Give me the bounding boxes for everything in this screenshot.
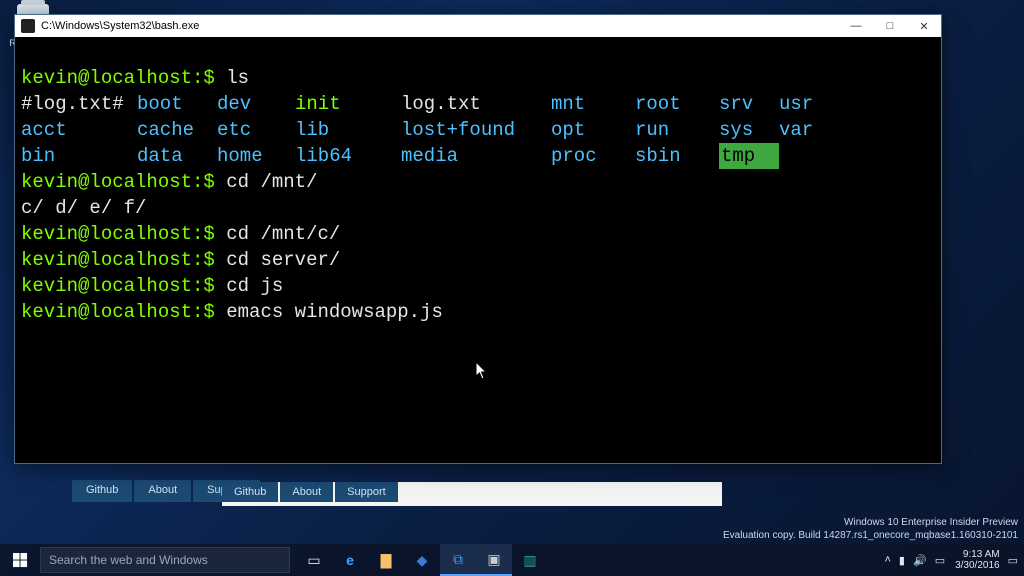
maximize-button[interactable]: □ bbox=[873, 15, 907, 37]
prompt: kevin@localhost:$ bbox=[21, 67, 215, 89]
tray-notifications-icon[interactable]: ▭ bbox=[1008, 554, 1018, 567]
app-icon-teal[interactable]: ▥ bbox=[512, 544, 548, 576]
start-button[interactable] bbox=[0, 544, 40, 576]
prompt: kevin@localhost:$ bbox=[21, 223, 215, 245]
taskbar-search[interactable]: Search the web and Windows bbox=[40, 547, 290, 573]
vscode-icon[interactable]: ⧉ bbox=[440, 544, 476, 576]
taskbar[interactable]: Search the web and Windows ▭ e ▇ ◆ ⧉ ▣ ▥… bbox=[0, 544, 1024, 576]
mnt-list: c/ d/ e/ f/ bbox=[21, 197, 146, 219]
cmd-cd-js: cd js bbox=[226, 275, 283, 297]
tray-battery-icon[interactable]: ▭ bbox=[935, 554, 945, 567]
watermark: Windows 10 Enterprise Insider Preview Ev… bbox=[723, 516, 1018, 542]
prompt: kevin@localhost:$ bbox=[21, 249, 215, 271]
cmd-ls: ls bbox=[226, 67, 249, 89]
tmp-highlight: tmp bbox=[719, 143, 779, 169]
bg-tab-github[interactable]: Github bbox=[72, 480, 132, 502]
cmd-cd-mnt: cd /mnt/ bbox=[226, 171, 317, 193]
task-view-button[interactable]: ▭ bbox=[296, 544, 332, 576]
clock-time: 9:13 AM bbox=[955, 549, 1000, 560]
ls-output: #log.txt#bootdevinitlog.txtmntrootsrvusr… bbox=[21, 91, 935, 169]
bg-tab-about-2[interactable]: About bbox=[280, 482, 333, 502]
bg-tab-github-2[interactable]: Github bbox=[222, 482, 278, 502]
prompt: kevin@localhost:$ bbox=[21, 171, 215, 193]
watermark-line1: Windows 10 Enterprise Insider Preview bbox=[723, 516, 1018, 529]
app-icon bbox=[21, 19, 35, 33]
close-button[interactable]: ✕ bbox=[907, 15, 941, 37]
tray-volume-icon[interactable]: 🔊 bbox=[913, 554, 927, 567]
cmd-icon[interactable]: ▣ bbox=[476, 544, 512, 576]
background-tabs-right: Github About Support bbox=[222, 482, 722, 506]
cmd-cd-server: cd server/ bbox=[226, 249, 340, 271]
titlebar[interactable]: C:\Windows\System32\bash.exe — □ ✕ bbox=[15, 15, 941, 37]
prompt: kevin@localhost:$ bbox=[21, 301, 215, 323]
bg-tab-support-2[interactable]: Support bbox=[335, 482, 398, 502]
app-icon-blue[interactable]: ◆ bbox=[404, 544, 440, 576]
taskbar-clock[interactable]: 9:13 AM 3/30/2016 bbox=[955, 549, 1000, 571]
search-placeholder: Search the web and Windows bbox=[49, 553, 208, 567]
cmd-cd-c: cd /mnt/c/ bbox=[226, 223, 340, 245]
cmd-emacs: emacs windowsapp.js bbox=[226, 301, 443, 323]
explorer-icon[interactable]: ▇ bbox=[368, 544, 404, 576]
terminal-body[interactable]: kevin@localhost:$ ls #log.txt#bootdevini… bbox=[15, 37, 941, 463]
edge-icon[interactable]: e bbox=[332, 544, 368, 576]
mouse-cursor-icon bbox=[476, 362, 488, 380]
bash-window[interactable]: C:\Windows\System32\bash.exe — □ ✕ kevin… bbox=[14, 14, 942, 464]
minimize-button[interactable]: — bbox=[839, 15, 873, 37]
tray-chevron-icon[interactable]: ˄ bbox=[884, 554, 890, 566]
windows-logo-icon bbox=[13, 553, 28, 568]
prompt: kevin@localhost:$ bbox=[21, 275, 215, 297]
tray-network-icon[interactable]: ▮ bbox=[899, 554, 905, 567]
watermark-line2: Evaluation copy. Build 14287.rs1_onecore… bbox=[723, 529, 1018, 542]
system-tray[interactable]: ˄ ▮ 🔊 ▭ 9:13 AM 3/30/2016 ▭ bbox=[876, 549, 1024, 571]
clock-date: 3/30/2016 bbox=[955, 560, 1000, 571]
window-title: C:\Windows\System32\bash.exe bbox=[41, 20, 839, 32]
bg-tab-about[interactable]: About bbox=[134, 480, 191, 502]
